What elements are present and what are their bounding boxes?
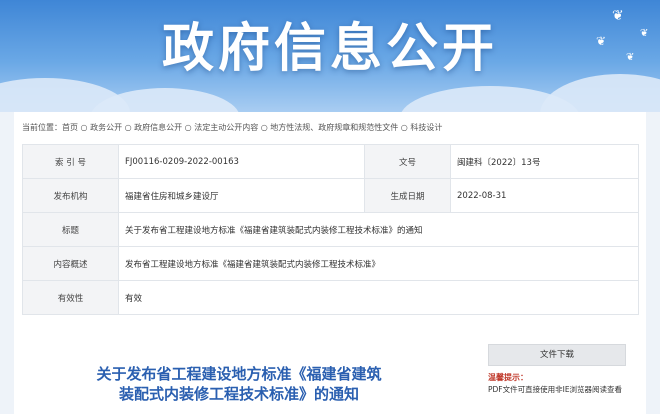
tip-label: 温馨提示：: [488, 373, 528, 382]
summary-value: 发布省工程建设地方标准《福建省建筑装配式内装修工程技术标准》: [118, 246, 639, 281]
table-row: 标题 关于发布省工程建设地方标准《福建省建筑装配式内装修工程技术标准》的通知: [22, 212, 639, 247]
index-value: FJ00116-0209-2022-00163: [118, 144, 365, 179]
table-row: 发布机构 福建省住房和城乡建设厅 生成日期 2022-08-31: [22, 178, 639, 213]
title-label: 标题: [22, 212, 119, 247]
content-panel: 当前位置：首页 ○ 政务公开 ○ 政府信息公开 ○ 法定主动公开内容 ○ 地方性…: [14, 112, 646, 414]
validity-value: 有效: [118, 280, 639, 315]
file-download-button[interactable]: 文件下载: [488, 344, 626, 366]
docno-label: 文号: [364, 144, 451, 179]
table-row: 索 引 号 FJ00116-0209-2022-00163 文号 闽建科〔202…: [22, 144, 639, 179]
issuer-value: 福建省住房和城乡建设厅: [118, 178, 365, 213]
tip-text: PDF文件可直接使用非IE浏览器阅读查看: [488, 385, 623, 394]
issuer-label: 发布机构: [22, 178, 119, 213]
banner-title: 政府信息公开: [161, 19, 498, 79]
date-label: 生成日期: [364, 178, 451, 213]
header-banner: ❦ ❦ ❦ ❦ 政府信息公开: [0, 0, 660, 112]
docno-value: 闽建科〔2022〕13号: [450, 144, 639, 179]
table-row: 有效性 有效: [22, 280, 639, 315]
breadcrumb: 当前位置：首页 ○ 政务公开 ○ 政府信息公开 ○ 法定主动公开内容 ○ 地方性…: [22, 123, 443, 132]
validity-label: 有效性: [22, 280, 119, 315]
summary-label: 内容概述: [22, 246, 119, 281]
document-title: 关于发布省工程建设地方标准《福建省建筑 装配式内装修工程技术标准》的通知: [84, 364, 394, 404]
info-table: 索 引 号 FJ00116-0209-2022-00163 文号 闽建科〔202…: [22, 144, 639, 315]
table-row: 内容概述 发布省工程建设地方标准《福建省建筑装配式内装修工程技术标准》: [22, 246, 639, 281]
document-title-line: 装配式内装修工程技术标准》的通知: [118, 385, 359, 403]
title-value: 关于发布省工程建设地方标准《福建省建筑装配式内装修工程技术标准》的通知: [118, 212, 639, 247]
index-label: 索 引 号: [22, 144, 119, 179]
date-value: 2022-08-31: [450, 178, 639, 213]
document-title-line: 关于发布省工程建设地方标准《福建省建筑: [96, 365, 382, 383]
